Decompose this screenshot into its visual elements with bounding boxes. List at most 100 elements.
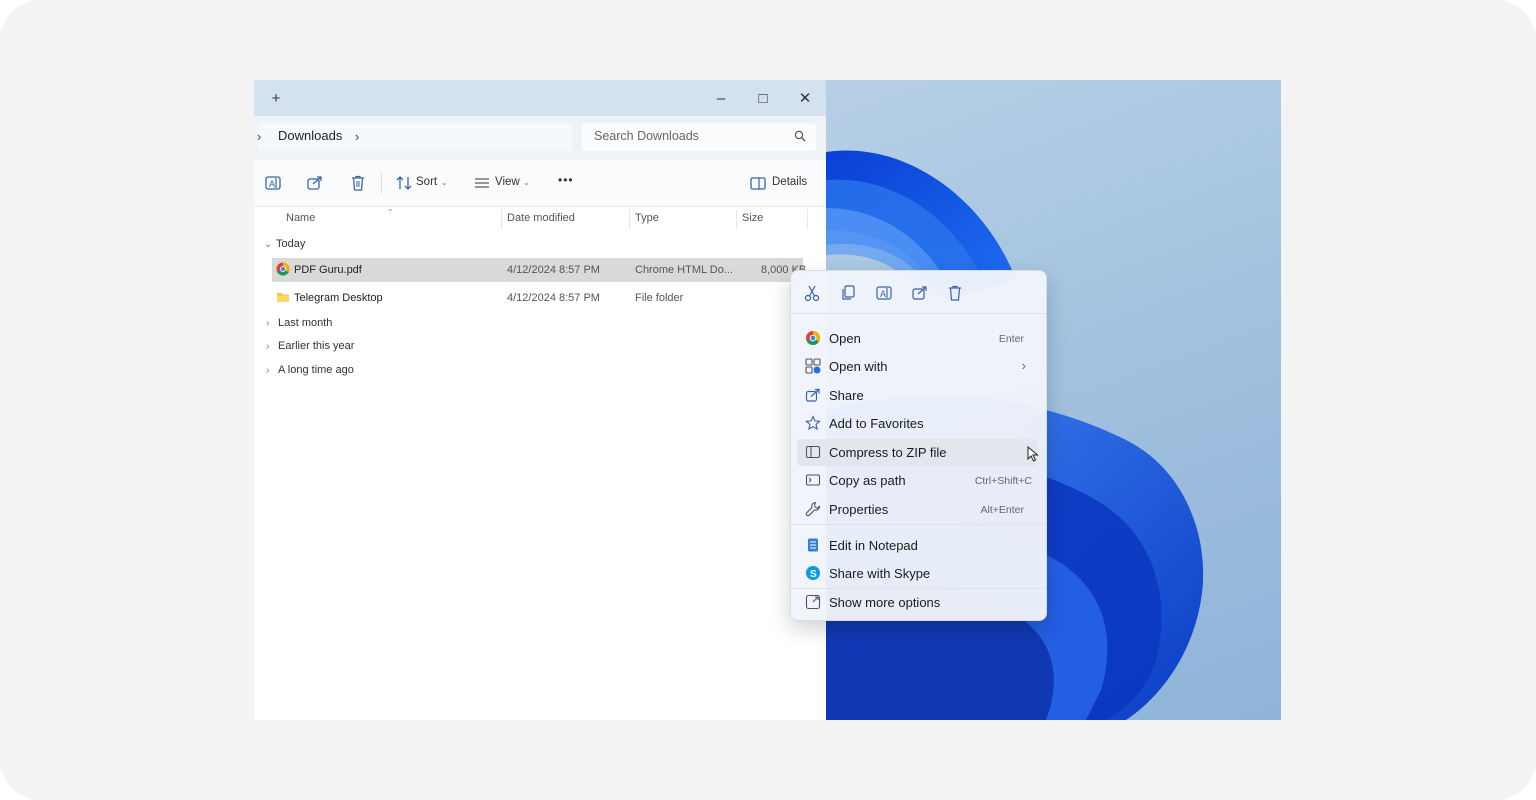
copy-path-icon — [805, 474, 821, 486]
file-date: 4/12/2024 8:57 PM — [507, 264, 600, 276]
title-bar: + – □ ✕ — [254, 80, 826, 116]
svg-text:A: A — [269, 179, 275, 189]
sort-indicator-icon: ⌄ — [387, 204, 394, 213]
group-long-time-ago[interactable]: › A long time ago — [266, 364, 354, 376]
menu-item-label: Open with — [829, 359, 888, 374]
menu-item-share-with-skype[interactable]: S Share with Skype — [797, 560, 1038, 587]
breadcrumb-downloads[interactable]: Downloads — [278, 128, 342, 143]
menu-item-show-more-options[interactable]: Show more options — [797, 589, 1038, 616]
submenu-chevron-icon: › — [1021, 358, 1026, 373]
menu-item-label: Show more options — [829, 595, 941, 610]
menu-item-copy-as-path[interactable]: Copy as path Ctrl+Shift+C — [797, 467, 1038, 494]
zip-icon — [805, 445, 821, 459]
menu-item-label: Share with Skype — [829, 566, 931, 581]
menu-item-label: Share — [829, 388, 864, 403]
details-pane-icon[interactable] — [749, 174, 767, 192]
star-icon — [805, 415, 821, 431]
file-date: 4/12/2024 8:57 PM — [507, 292, 600, 304]
column-divider[interactable] — [807, 209, 808, 229]
sort-chevron-icon: ⌄ — [441, 178, 448, 187]
column-headers: Name ⌄ Date modified Type Size — [254, 204, 826, 231]
breadcrumb-expand-chevron-icon[interactable]: › — [355, 129, 359, 144]
menu-divider — [791, 313, 1046, 314]
group-today[interactable]: ⌄ Today — [264, 238, 305, 250]
chrome-icon — [806, 331, 820, 345]
delete-icon[interactable] — [349, 174, 367, 192]
menu-item-open[interactable]: Open Enter — [797, 325, 1038, 352]
desktop-stage: + – □ ✕ › Downloads › Search Downloads A — [254, 80, 1281, 720]
column-divider[interactable] — [629, 209, 630, 229]
context-menu: A Open Enter Open with › Share Add to Fa… — [790, 270, 1047, 621]
share-icon — [805, 388, 820, 402]
sort-button-label[interactable]: Sort — [416, 176, 437, 188]
column-divider[interactable] — [501, 209, 502, 229]
sort-icon[interactable] — [395, 174, 413, 192]
breadcrumb-chevron-icon[interactable]: › — [257, 129, 261, 144]
menu-item-label: Copy as path — [829, 473, 906, 488]
file-name: PDF Guru.pdf — [294, 264, 362, 276]
wrench-icon — [805, 501, 821, 517]
notepad-icon — [808, 538, 818, 552]
rename-icon[interactable]: A — [264, 174, 282, 192]
search-input[interactable]: Search Downloads — [582, 123, 816, 151]
chrome-icon — [276, 262, 290, 276]
view-icon[interactable] — [473, 174, 491, 192]
menu-divider — [791, 524, 1046, 525]
details-button-label[interactable]: Details — [772, 176, 807, 188]
menu-item-shortcut: Ctrl+Shift+C — [974, 475, 1032, 487]
menu-item-edit-in-notepad[interactable]: Edit in Notepad — [797, 532, 1038, 559]
expand-chevron-icon: › — [266, 318, 270, 329]
share-icon[interactable] — [306, 174, 324, 192]
column-date-modified[interactable]: Date modified — [507, 212, 575, 224]
column-name[interactable]: Name — [286, 212, 315, 224]
menu-item-open-with[interactable]: Open with › — [797, 353, 1038, 380]
file-row[interactable]: PDF Guru.pdf 4/12/2024 8:57 PM Chrome HT… — [272, 258, 806, 282]
expand-chevron-icon: › — [266, 365, 270, 376]
skype-icon: S — [806, 566, 820, 580]
toolbar-divider — [381, 172, 382, 194]
folder-icon — [277, 293, 289, 302]
minimize-button[interactable]: – — [703, 80, 739, 116]
maximize-button[interactable]: □ — [745, 80, 781, 116]
group-earlier-this-year[interactable]: › Earlier this year — [266, 340, 354, 352]
group-label: Today — [276, 238, 306, 250]
copy-icon[interactable] — [839, 284, 857, 302]
menu-item-share[interactable]: Share — [797, 382, 1038, 409]
view-button-label[interactable]: View — [495, 176, 520, 188]
more-options-button[interactable]: ••• — [558, 173, 574, 187]
menu-item-label: Properties — [829, 502, 889, 517]
column-size[interactable]: Size — [742, 212, 763, 224]
share-icon[interactable] — [911, 284, 929, 302]
column-divider[interactable] — [736, 209, 737, 229]
group-last-month[interactable]: › Last month — [266, 317, 332, 329]
collapse-chevron-icon: ⌄ — [264, 239, 273, 250]
close-button[interactable]: ✕ — [787, 80, 823, 116]
screenshot-frame: + – □ ✕ › Downloads › Search Downloads A — [0, 0, 1536, 800]
new-tab-button[interactable]: + — [258, 80, 294, 116]
menu-item-shortcut: Enter — [998, 333, 1024, 345]
address-bar: › Downloads › Search Downloads — [254, 116, 826, 160]
svg-text:S: S — [810, 569, 817, 580]
expand-chevron-icon: › — [266, 341, 270, 352]
menu-item-label: Compress to ZIP file — [829, 445, 947, 460]
menu-item-properties[interactable]: Properties Alt+Enter — [797, 496, 1038, 523]
cut-icon[interactable] — [803, 284, 821, 302]
file-type: File folder — [635, 292, 684, 304]
menu-item-label: Edit in Notepad — [829, 538, 918, 553]
menu-item-shortcut: Alt+Enter — [980, 504, 1024, 516]
file-type: Chrome HTML Do... — [635, 264, 734, 276]
file-name: Telegram Desktop — [294, 292, 383, 304]
rename-icon[interactable]: A — [875, 284, 893, 302]
search-icon — [794, 130, 806, 142]
open-with-icon — [805, 358, 821, 374]
file-row[interactable]: Telegram Desktop 4/12/2024 8:57 PM File … — [272, 286, 803, 310]
group-label: Last month — [278, 317, 333, 329]
menu-item-label: Open — [829, 331, 861, 346]
mouse-cursor-icon — [1027, 446, 1039, 462]
column-type[interactable]: Type — [635, 212, 659, 224]
delete-icon[interactable] — [946, 284, 964, 302]
menu-item-compress-zip[interactable]: Compress to ZIP file — [797, 439, 1038, 466]
menu-item-add-to-favorites[interactable]: Add to Favorites — [797, 410, 1038, 437]
svg-text:A: A — [880, 289, 886, 299]
menu-item-label: Add to Favorites — [829, 416, 924, 431]
